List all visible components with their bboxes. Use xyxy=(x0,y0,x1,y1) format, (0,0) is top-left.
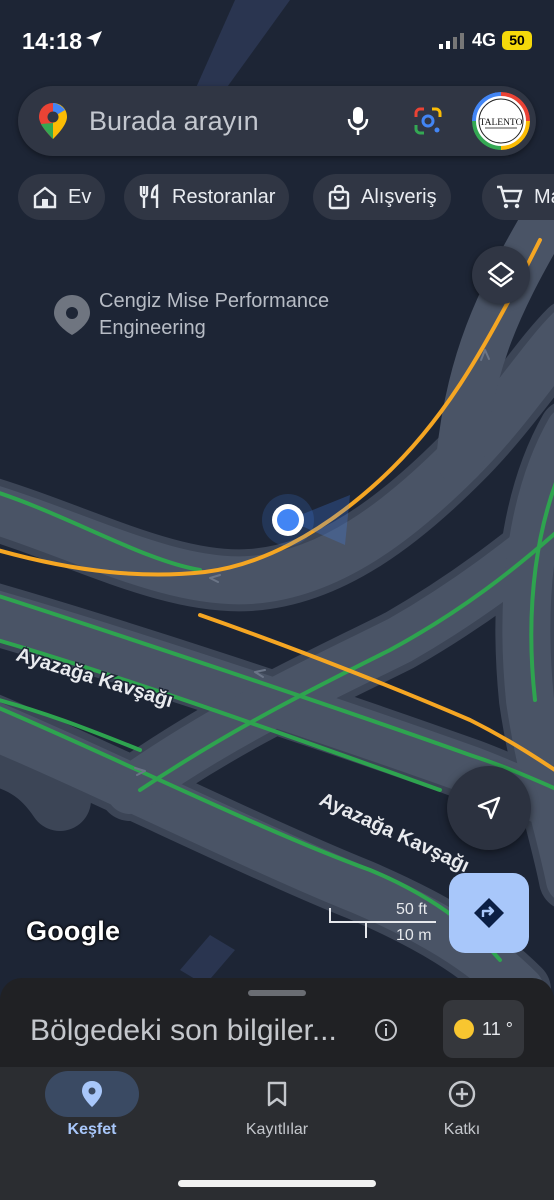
status-time: 14:18 xyxy=(22,28,83,54)
navigation-arrow-icon xyxy=(477,796,501,820)
current-location-dot xyxy=(262,494,350,546)
tab-explore[interactable]: Keşfet xyxy=(22,1067,162,1157)
chip-restaurants-label: Restoranlar xyxy=(172,185,276,208)
chip-home[interactable]: Ev xyxy=(18,174,106,220)
network-type: 4G xyxy=(472,30,497,50)
status-bar: 14:18 4G 50 xyxy=(0,0,554,80)
weather-chip[interactable]: 11 ° xyxy=(443,1000,524,1058)
scale-ft: 50 ft xyxy=(396,901,428,918)
poi-label[interactable]: Cengiz Mise Performance Engineering xyxy=(99,288,359,342)
profile-avatar[interactable]: TALENTO xyxy=(472,92,530,150)
weather-temp: 11 ° xyxy=(482,1018,513,1039)
search-bar[interactable]: Burada arayın TALENTO xyxy=(18,86,536,156)
battery-badge: 50 xyxy=(502,31,532,50)
chip-market[interactable]: Market xyxy=(482,174,554,220)
map-scale: 50 ft 10 m xyxy=(328,898,448,948)
search-input[interactable]: Burada arayın xyxy=(89,106,259,137)
sheet-handle[interactable] xyxy=(248,990,306,996)
google-lens-icon[interactable] xyxy=(413,106,443,136)
chip-shopping-label: Alışveriş xyxy=(361,185,437,208)
explore-sheet[interactable]: Bölgedeki son bilgiler... 11 ° xyxy=(0,978,554,1078)
signal-icon xyxy=(439,33,464,49)
tab-contribute-pill xyxy=(415,1071,509,1117)
tab-explore-pill xyxy=(45,1071,139,1117)
home-icon xyxy=(33,186,57,209)
home-indicator[interactable] xyxy=(178,1180,376,1187)
chip-shopping[interactable]: Alışveriş xyxy=(313,174,451,220)
google-attribution: Google xyxy=(26,916,121,946)
location-arrow-icon xyxy=(86,31,102,47)
layers-button[interactable] xyxy=(472,246,530,304)
layers-icon xyxy=(487,261,515,288)
avatar-text: TALENTO xyxy=(480,118,523,128)
scale-m: 10 m xyxy=(396,927,432,944)
tab-contribute-label: Katkı xyxy=(443,1121,481,1138)
recenter-button[interactable] xyxy=(447,766,531,850)
restaurant-icon xyxy=(139,184,159,208)
sun-icon xyxy=(454,1019,475,1039)
chip-market-label: Market xyxy=(534,185,554,208)
explore-pin-icon xyxy=(82,1081,102,1107)
tab-saved-pill xyxy=(230,1071,324,1117)
tab-saved[interactable]: Kayıtlılar xyxy=(207,1067,347,1157)
sheet-title[interactable]: Bölgedeki son bilgiler... xyxy=(30,1014,337,1048)
directions-icon xyxy=(474,898,504,928)
chip-restaurants[interactable]: Restoranlar xyxy=(124,174,290,220)
chip-home-label: Ev xyxy=(68,185,92,208)
add-circle-icon xyxy=(448,1080,476,1108)
tab-contribute[interactable]: Katkı xyxy=(392,1067,532,1157)
cart-icon xyxy=(497,185,523,209)
bookmark-icon xyxy=(267,1081,287,1107)
mic-icon[interactable] xyxy=(346,106,370,136)
info-icon[interactable] xyxy=(374,1018,398,1042)
shopping-bag-icon xyxy=(328,184,350,210)
maps-logo-icon xyxy=(39,103,67,139)
directions-button[interactable] xyxy=(449,873,529,953)
tab-explore-label: Keşfet xyxy=(67,1121,117,1138)
category-chips: Ev Restoranlar Alışveriş Market xyxy=(18,174,554,222)
tab-saved-label: Kayıtlılar xyxy=(245,1121,309,1138)
